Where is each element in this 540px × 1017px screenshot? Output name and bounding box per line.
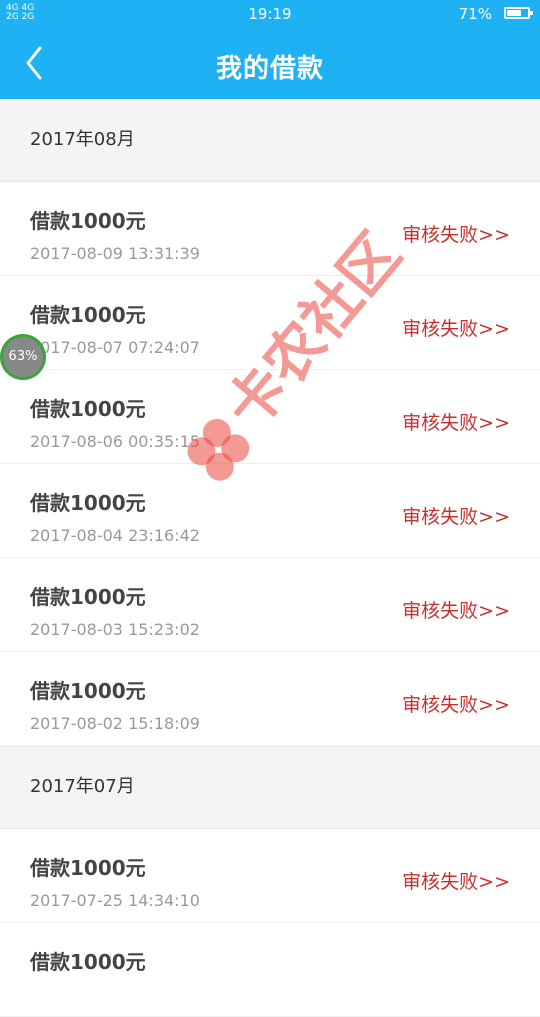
loan-time: 2017-08-09 13:31:39: [30, 244, 200, 263]
loan-title: 借款1000元: [30, 397, 146, 421]
battery-icon: [504, 7, 533, 19]
loan-title: 借款1000元: [30, 950, 146, 974]
loan-status[interactable]: 审核失败>>: [402, 314, 510, 341]
loan-time: 2017-08-07 07:24:07: [30, 338, 200, 357]
month-list: 借款1000元 2017-08-09 13:31:39 审核失败>> 借款100…: [0, 182, 540, 746]
loan-time: 2017-07-25 14:34:10: [30, 891, 200, 910]
loan-title: 借款1000元: [30, 491, 146, 515]
loan-row[interactable]: 借款1000元: [0, 923, 540, 1017]
status-bar: 4G 4G 2G 2G 19:19 71%: [0, 0, 540, 28]
loan-row[interactable]: 借款1000元 2017-08-09 13:31:39 审核失败>>: [0, 182, 540, 276]
month-header: 2017年08月: [0, 99, 540, 182]
loan-row[interactable]: 借款1000元 2017-08-07 07:24:07 审核失败>>: [0, 276, 540, 370]
floating-ball-button[interactable]: 63%: [0, 334, 46, 380]
loan-time: 2017-08-06 00:35:15: [30, 432, 200, 451]
loan-title: 借款1000元: [30, 856, 146, 880]
loan-title: 借款1000元: [30, 209, 146, 233]
loan-status[interactable]: 审核失败>>: [402, 596, 510, 623]
loan-title: 借款1000元: [30, 585, 146, 609]
loan-row[interactable]: 借款1000元 2017-08-03 15:23:02 审核失败>>: [0, 558, 540, 652]
month-header: 2017年07月: [0, 746, 540, 829]
battery-percent: 71%: [458, 5, 492, 23]
loan-status[interactable]: 审核失败>>: [402, 220, 510, 247]
loan-status[interactable]: 审核失败>>: [402, 867, 510, 894]
loan-title: 借款1000元: [30, 303, 146, 327]
month-list: 借款1000元 2017-07-25 14:34:10 审核失败>> 借款100…: [0, 829, 540, 1017]
floating-ball-label: 63%: [3, 337, 43, 377]
loan-status[interactable]: 审核失败>>: [402, 690, 510, 717]
page-title: 我的借款: [215, 54, 324, 84]
loan-time: 2017-08-02 15:18:09: [30, 714, 200, 733]
loan-status[interactable]: 审核失败>>: [402, 502, 510, 529]
loan-status[interactable]: 审核失败>>: [402, 408, 510, 435]
loan-title: 借款1000元: [30, 679, 146, 703]
loan-time: 2017-08-04 23:16:42: [30, 526, 200, 545]
navbar: 我的借款: [0, 28, 540, 99]
loan-time: 2017-08-03 15:23:02: [30, 620, 200, 639]
loan-row[interactable]: 借款1000元 2017-07-25 14:34:10 审核失败>>: [0, 829, 540, 923]
loan-row[interactable]: 借款1000元 2017-08-02 15:18:09 审核失败>>: [0, 652, 540, 746]
top-bar: 4G 4G 2G 2G 19:19 71% 我的借款: [0, 0, 540, 99]
loan-row[interactable]: 借款1000元 2017-08-06 00:35:15 审核失败>>: [0, 370, 540, 464]
loan-list: 2017年08月 借款1000元 2017-08-09 13:31:39 审核失…: [0, 99, 540, 1017]
loan-row[interactable]: 借款1000元 2017-08-04 23:16:42 审核失败>>: [0, 464, 540, 558]
